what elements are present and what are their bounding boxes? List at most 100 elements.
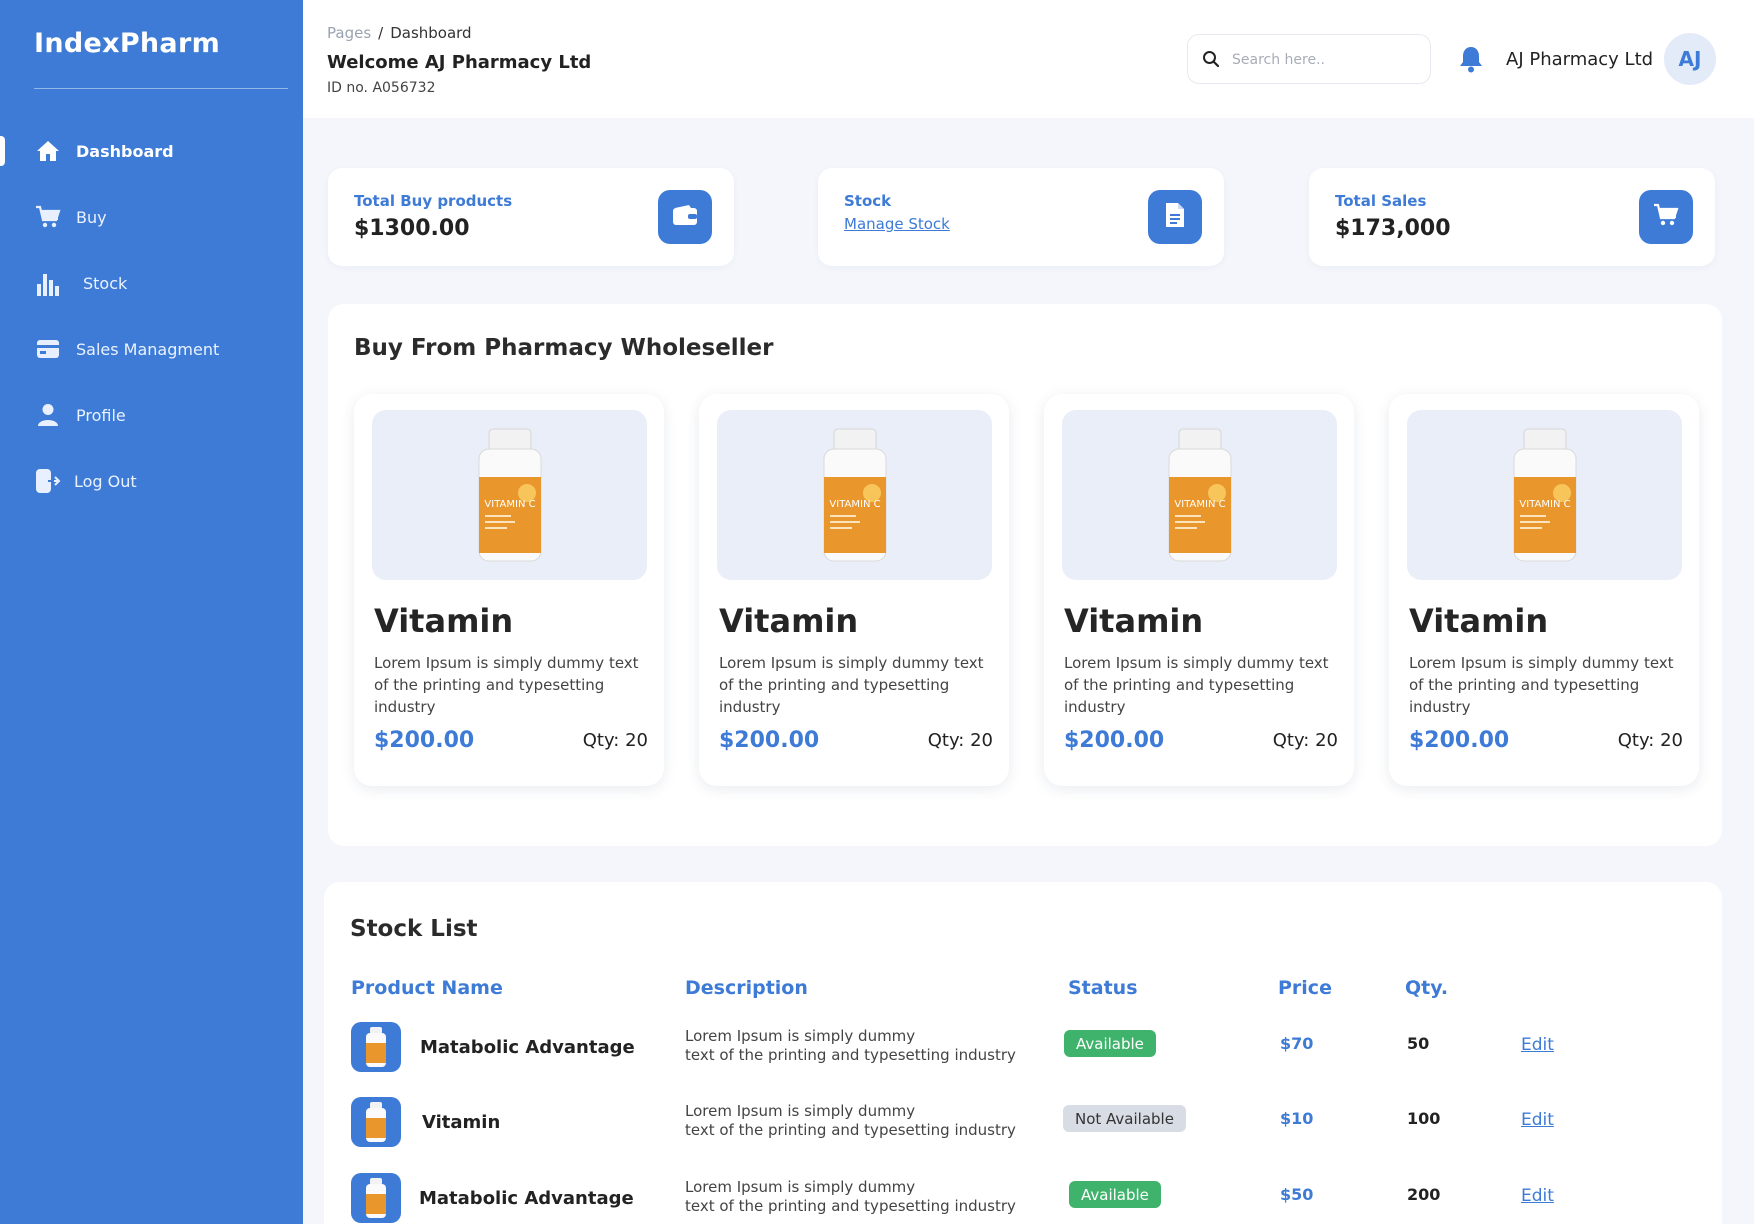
user-name[interactable]: AJ Pharmacy Ltd	[1506, 49, 1653, 70]
product-price: $200.00	[1409, 728, 1510, 753]
stat-card-total-buy: Total Buy products $1300.00	[328, 168, 734, 266]
sidebar-item-label: Log Out	[74, 471, 137, 491]
bar-chart-icon	[35, 270, 61, 296]
stat-label: Total Buy products	[354, 192, 513, 210]
product-description: Lorem Ipsum is simply dummy text of the …	[719, 654, 984, 716]
product-name: Vitamin	[1409, 602, 1549, 640]
stat-card-total-sales: Total Sales $173,000	[1309, 168, 1715, 266]
row-price: $50	[1280, 1185, 1314, 1204]
product-card[interactable]: VITAMIN C Vitamin Lorem Ipsum is simply du…	[1389, 394, 1699, 786]
edit-link[interactable]: Edit	[1521, 1110, 1554, 1130]
breadcrumb-current: Dashboard	[390, 24, 472, 42]
sidebar-item-label: Dashboard	[76, 141, 174, 161]
search-icon	[1202, 50, 1220, 72]
product-qty: Qty: 20	[927, 730, 993, 751]
breadcrumb: Pages / Dashboard	[327, 24, 472, 42]
user-icon	[35, 402, 61, 428]
product-label-text: VITAMIN C	[1519, 499, 1570, 510]
search-input[interactable]	[1232, 47, 1417, 73]
product-card[interactable]: VITAMIN C Vitamin Lorem Ipsum is simply du…	[699, 394, 1009, 786]
column-header-description[interactable]: Description	[685, 977, 808, 999]
product-card[interactable]: VITAMIN C Vitamin Lorem Ipsum is simply du…	[1044, 394, 1354, 786]
stat-value: $1300.00	[354, 216, 470, 241]
account-id: ID no. A056732	[327, 80, 436, 96]
row-description-line: Lorem Ipsum is simply dummy	[685, 1102, 916, 1120]
sidebar-item-stock[interactable]: Stock	[0, 260, 303, 306]
row-description-line: text of the printing and typesetting ind…	[685, 1121, 1016, 1139]
document-button[interactable]	[1148, 190, 1202, 244]
row-price: $10	[1280, 1109, 1314, 1128]
search-box	[1187, 34, 1431, 84]
product-description: Lorem Ipsum is simply dummy text of the …	[1064, 654, 1329, 716]
stat-label: Total Sales	[1335, 192, 1427, 210]
edit-link[interactable]: Edit	[1521, 1186, 1554, 1206]
app-logo[interactable]: IndexPharm	[34, 28, 220, 59]
product-card[interactable]: VITAMIN C Vitamin Lorem Ipsum is simply du…	[354, 394, 664, 786]
document-icon	[1165, 202, 1185, 232]
section-title: Buy From Pharmacy Wholeseller	[354, 335, 774, 361]
row-price: $70	[1280, 1034, 1314, 1053]
sidebar-item-sales-management[interactable]: Sales Managment	[0, 326, 303, 372]
row-description: Lorem Ipsum is simply dummy text of the p…	[685, 1178, 1025, 1216]
product-name: Vitamin	[719, 602, 859, 640]
cart-icon	[1653, 203, 1679, 231]
avatar[interactable]: AJ	[1664, 33, 1716, 85]
home-icon	[35, 138, 61, 164]
product-name: Vitamin	[1064, 602, 1204, 640]
cart-icon	[35, 204, 61, 230]
product-label-text: VITAMIN C	[829, 499, 880, 510]
bell-icon[interactable]	[1458, 45, 1484, 77]
edit-link[interactable]: Edit	[1521, 1035, 1554, 1055]
breadcrumb-parent[interactable]: Pages	[327, 24, 371, 42]
sidebar-item-logout[interactable]: Log Out	[0, 458, 303, 504]
row-description-line: text of the printing and typesetting ind…	[685, 1046, 1016, 1064]
manage-stock-link[interactable]: Manage Stock	[844, 215, 950, 233]
product-name: Vitamin	[374, 602, 514, 640]
row-qty: 50	[1407, 1034, 1430, 1053]
product-label-text: VITAMIN C	[1174, 499, 1225, 510]
section-title: Stock List	[350, 916, 478, 942]
stat-label: Stock	[844, 192, 892, 210]
row-description: Lorem Ipsum is simply dummy text of the p…	[685, 1027, 1025, 1065]
sidebar-item-label: Profile	[76, 405, 126, 425]
row-product-name: Vitamin	[422, 1112, 501, 1133]
sidebar-item-dashboard[interactable]: Dashboard	[0, 128, 303, 174]
product-description: Lorem Ipsum is simply dummy text of the …	[374, 654, 639, 716]
product-qty: Qty: 20	[1272, 730, 1338, 751]
active-indicator	[0, 136, 5, 166]
product-image: VITAMIN C	[717, 410, 992, 580]
column-header-qty[interactable]: Qty.	[1405, 977, 1448, 999]
sidebar-item-label: Sales Managment	[76, 339, 220, 359]
status-badge: Not Available	[1063, 1105, 1186, 1132]
status-badge: Available	[1069, 1181, 1161, 1208]
stat-value: $173,000	[1335, 216, 1451, 241]
product-thumbnail	[351, 1022, 401, 1072]
sidebar-item-profile[interactable]: Profile	[0, 392, 303, 438]
product-image: VITAMIN C	[1407, 410, 1682, 580]
product-price: $200.00	[719, 728, 820, 753]
product-qty: Qty: 20	[582, 730, 648, 751]
wallet-button[interactable]	[658, 190, 712, 244]
product-thumbnail	[351, 1173, 401, 1223]
row-description: Lorem Ipsum is simply dummy text of the p…	[685, 1102, 1025, 1140]
column-header-status[interactable]: Status	[1068, 977, 1138, 999]
product-image: VITAMIN C	[1062, 410, 1337, 580]
top-header: Pages / Dashboard Welcome AJ Pharmacy Ltd …	[303, 0, 1754, 118]
sidebar-divider	[34, 88, 288, 89]
page-title: Welcome AJ Pharmacy Ltd	[327, 52, 592, 73]
product-label-text: VITAMIN C	[484, 499, 535, 510]
sidebar-item-label: Stock	[83, 273, 128, 293]
breadcrumb-separator: /	[378, 24, 384, 42]
column-header-price[interactable]: Price	[1278, 977, 1332, 999]
row-description-line: Lorem Ipsum is simply dummy	[685, 1027, 916, 1045]
card-icon	[35, 336, 61, 362]
row-qty: 100	[1407, 1109, 1441, 1128]
stat-card-stock: Stock Manage Stock	[818, 168, 1224, 266]
sidebar: IndexPharm Dashboard Buy Stock Sales Man…	[0, 0, 303, 1224]
sidebar-item-buy[interactable]: Buy	[0, 194, 303, 240]
status-badge: Available	[1064, 1030, 1156, 1057]
column-header-product-name[interactable]: Product Name	[351, 977, 503, 999]
logout-icon	[35, 468, 61, 494]
product-thumbnail	[351, 1097, 401, 1147]
cart-button[interactable]	[1639, 190, 1693, 244]
